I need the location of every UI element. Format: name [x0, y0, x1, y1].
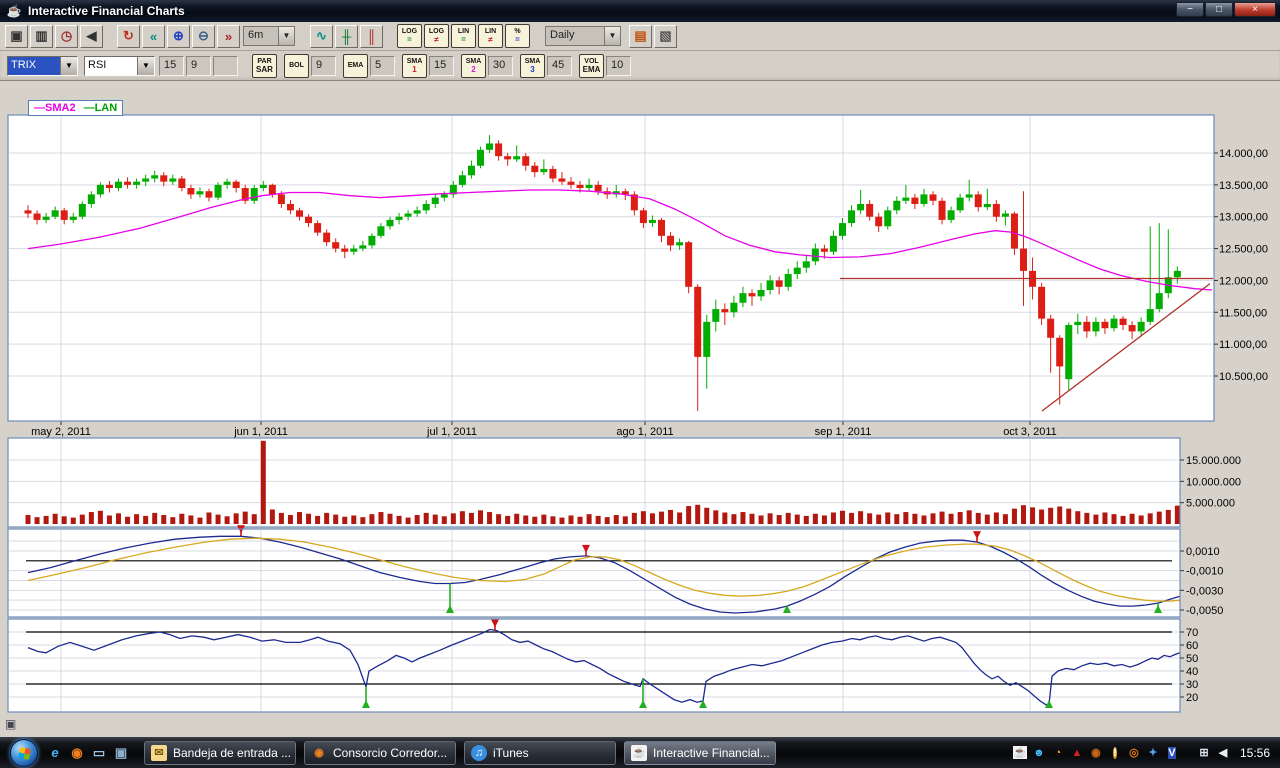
svg-text:13.500,00: 13.500,00 [1219, 180, 1268, 192]
alert-icon[interactable]: ! [1107, 745, 1123, 761]
app-window: ☕ Interactive Financial Charts − □ × ▣ ▥ ◷ ◀ ↻… [0, 0, 1280, 737]
display-quicklaunch[interactable]: ▣ [112, 744, 130, 762]
svg-text:jun 1, 2011: jun 1, 2011 [233, 426, 288, 438]
volume-icon: ◀ [1218, 747, 1228, 759]
clock-icon[interactable]: ◔ [1050, 745, 1066, 761]
shield-icon[interactable]: V [1164, 745, 1180, 761]
svg-text:sep 1, 2011: sep 1, 2011 [815, 426, 872, 438]
svg-text:70: 70 [1186, 627, 1198, 639]
svg-text:12.500,00: 12.500,00 [1219, 244, 1268, 256]
trix-y-axis: 0,0010 -0,0010 -0,0030 -0,0050 [1180, 546, 1223, 617]
svg-text:-0,0050: -0,0050 [1186, 605, 1223, 617]
svg-text:may 2, 2011: may 2, 2011 [31, 426, 91, 438]
svg-text:60: 60 [1186, 640, 1198, 652]
itunes-icon: ♫ [471, 744, 487, 761]
svg-text:5.000.000: 5.000.000 [1186, 498, 1235, 510]
pdf-icon[interactable]: ▲ [1069, 745, 1085, 761]
taskbar-button-1[interactable]: ✉ Bandeja de entrada ... [144, 740, 296, 765]
display-icon: ▣ [114, 744, 128, 760]
taskbar-button-3[interactable]: ♫ iTunes [464, 740, 616, 765]
taskbar-button-label: Interactive Financial... [653, 745, 770, 760]
pdf-icon: ▲ [1071, 746, 1083, 759]
tools-icon[interactable]: ✦ [1145, 745, 1161, 761]
badge-icon[interactable]: ◎ [1126, 745, 1142, 761]
mail-icon: ✉ [151, 744, 167, 761]
taskbar-button-2[interactable]: ◉ Consorcio Corredor... [304, 740, 456, 765]
taskbar-button-4[interactable]: ☕ Interactive Financial... [624, 740, 776, 765]
svg-text:15.000.000: 15.000.000 [1186, 455, 1241, 467]
svg-text:12.000,00: 12.000,00 [1219, 275, 1268, 287]
network-icon[interactable]: ⊞ [1196, 745, 1212, 761]
svg-text:10.000.000: 10.000.000 [1186, 476, 1241, 488]
rsi-y-axis: 706050403020 [1180, 627, 1198, 704]
firefox-quicklaunch[interactable]: ◉ [68, 744, 86, 762]
ie-icon: e [51, 745, 59, 760]
volume-y-axis: 15.000.000 10.000.000 5.000.000 [1180, 455, 1241, 510]
svg-text:-0,0010: -0,0010 [1186, 566, 1223, 578]
globe-icon[interactable]: ◉ [1088, 745, 1104, 761]
svg-text:-0,0030: -0,0030 [1186, 585, 1223, 597]
svg-text:oct 3, 2011: oct 3, 2011 [1003, 426, 1057, 438]
java-icon[interactable]: ☕ [1012, 745, 1028, 761]
firefox-icon: ◉ [314, 747, 324, 759]
show-desktop-quicklaunch[interactable]: ▭ [90, 744, 108, 762]
badge-icon: ◎ [1129, 747, 1139, 759]
legend-item-lan: —LAN [83, 102, 118, 114]
chart-legend: —SMA2 —LAN [28, 100, 124, 116]
date-axis: may 2, 2011 jun 1, 2011 jul 1, 2011 ago 1, … [31, 421, 1057, 438]
svg-text:ago 1, 2011: ago 1, 2011 [616, 426, 673, 438]
tools-icon: ✦ [1148, 747, 1158, 759]
user-icon[interactable]: ☻ [1031, 745, 1047, 761]
volume-icon[interactable]: ◀ [1215, 745, 1231, 761]
globe-icon: ◉ [1091, 747, 1101, 759]
start-button[interactable] [10, 738, 38, 767]
java-icon: ☕ [631, 744, 647, 761]
volume-group: 15.000.000 10.000.000 5.000.000 [7, 437, 1241, 528]
user-icon: ☻ [1033, 746, 1045, 759]
svg-text:0,0010: 0,0010 [1186, 546, 1220, 558]
trix-panel[interactable] [8, 529, 1180, 617]
main-chart-group: may 2, 2011 jun 1, 2011 jul 1, 2011 ago 1, … [7, 114, 1268, 438]
system-tray: ☕ ☻ ◔ ▲ ◉! ◎ ✦ V ⊞ ◀ 15:56 [1012, 745, 1280, 761]
svg-text:20: 20 [1186, 692, 1198, 704]
taskbar-buttons: ✉ Bandeja de entrada ... ◉ Consorcio Corred… [144, 740, 776, 765]
quick-launch: e ◉ ▭ ▣ [46, 744, 130, 762]
shield-icon: V [1168, 746, 1176, 759]
legend-item-sma2: —SMA2 [34, 102, 76, 114]
rsi-group: 706050403020 [7, 618, 1198, 713]
svg-text:10.500,00: 10.500,00 [1219, 371, 1268, 383]
main-chart-panel[interactable] [8, 115, 1214, 421]
java-icon: ☕ [1013, 746, 1027, 759]
svg-text:14.000,00: 14.000,00 [1219, 148, 1268, 160]
volume-panel[interactable] [8, 438, 1180, 527]
status-icon[interactable]: ▣ [5, 717, 21, 732]
ie-quicklaunch[interactable]: e [46, 744, 64, 762]
trix-group: 0,0010 -0,0010 -0,0030 -0,0050 [7, 525, 1223, 618]
taskbar: e ◉ ▭ ▣ ✉ Bandeja de entrada ... ◉ Consorcio C… [0, 737, 1280, 768]
show-desktop-icon: ▭ [92, 744, 106, 760]
svg-text:11.000,00: 11.000,00 [1219, 339, 1267, 351]
clock-icon: ◔ [1054, 746, 1062, 759]
svg-text:40: 40 [1186, 666, 1198, 678]
taskbar-button-label: Bandeja de entrada ... [173, 745, 292, 760]
chart-layer: may 2, 2011 jun 1, 2011 jul 1, 2011 ago 1, … [7, 114, 1268, 713]
svg-text:11.500,00: 11.500,00 [1219, 307, 1267, 319]
svg-text:13.000,00: 13.000,00 [1219, 212, 1268, 224]
svg-text:jul 1, 2011: jul 1, 2011 [426, 426, 477, 438]
taskbar-button-label: Consorcio Corredor... [333, 745, 448, 760]
alert-icon: ! [1113, 746, 1117, 759]
taskbar-clock[interactable]: 15:56 [1240, 746, 1270, 760]
taskbar-button-label: iTunes [493, 745, 529, 760]
svg-text:30: 30 [1186, 679, 1198, 691]
firefox-icon: ◉ [71, 744, 83, 760]
windows-logo-icon [18, 746, 31, 760]
svg-text:50: 50 [1186, 653, 1198, 665]
network-icon: ⊞ [1199, 747, 1209, 759]
main-chart-y-axis: 14.000,00 13.500,00 13.000,00 12.500,00 12.0… [1214, 148, 1268, 383]
